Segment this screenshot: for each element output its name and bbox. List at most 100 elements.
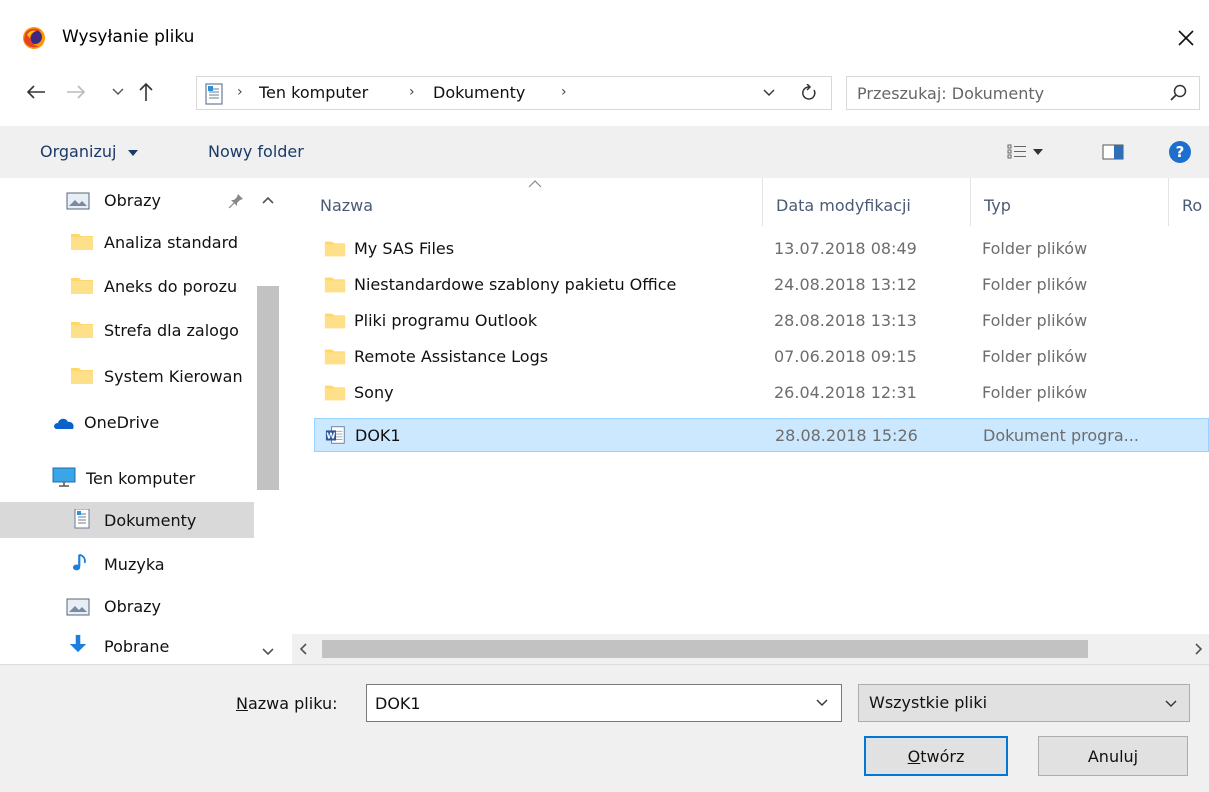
nav-item-dokumenty[interactable]: Dokumenty xyxy=(0,502,254,538)
file-type-select[interactable]: Wszystkie pliki xyxy=(858,684,1190,722)
organize-button[interactable]: Organizuj xyxy=(40,142,138,161)
change-view-button[interactable] xyxy=(1000,138,1050,166)
file-date: 28.08.2018 15:26 xyxy=(775,426,918,445)
nav-item-label: Analiza standard xyxy=(104,232,239,252)
nav-item-muzyka[interactable]: Muzyka xyxy=(0,546,254,582)
column-header-data-modyfikacji[interactable]: Data modyfikacji xyxy=(776,196,911,215)
nav-item-label: Ten komputer xyxy=(86,468,196,488)
nav-item-label: Strefa dla zalogo xyxy=(104,320,239,340)
nav-item-folder[interactable]: Analiza standard xyxy=(0,224,254,260)
nav-item-label: Dokumenty xyxy=(104,510,197,530)
file-date: 24.08.2018 13:12 xyxy=(774,275,917,294)
help-button[interactable]: ? xyxy=(1166,138,1194,166)
file-row[interactable]: Pliki programu Outlook 28.08.2018 13:13 … xyxy=(314,304,1209,338)
breadcrumb-separator[interactable]: › xyxy=(561,84,567,100)
nav-scroll-down-button[interactable] xyxy=(258,644,278,660)
column-divider[interactable] xyxy=(762,178,763,226)
documents-icon xyxy=(205,83,223,105)
nav-item-label: Pobrane xyxy=(104,636,170,656)
open-button[interactable]: Otwórz xyxy=(864,736,1008,776)
horizontal-scrollbar xyxy=(292,634,1209,664)
file-row-selected[interactable]: W DOK1 28.08.2018 15:26 Dokument progra.… xyxy=(314,418,1209,452)
filename-label: Nazwa pliku: xyxy=(236,694,338,713)
filename-input[interactable] xyxy=(367,685,807,721)
refresh-button[interactable] xyxy=(794,78,824,108)
refresh-icon xyxy=(802,84,816,100)
downloads-icon xyxy=(69,634,87,653)
search-icon[interactable] xyxy=(1169,83,1189,103)
preview-pane-icon xyxy=(1102,144,1124,160)
breadcrumb-ten-komputer[interactable]: Ten komputer xyxy=(259,83,368,102)
window-title: Wysyłanie pliku xyxy=(62,27,195,47)
chevron-down-icon xyxy=(763,89,775,96)
word-doc-icon: W xyxy=(325,426,345,444)
arrow-up-icon xyxy=(139,82,153,101)
up-button[interactable] xyxy=(132,78,160,106)
nav-item-label: Obrazy xyxy=(104,190,161,210)
column-header-typ[interactable]: Typ xyxy=(984,196,1011,215)
scroll-left-button[interactable] xyxy=(294,640,312,658)
forward-button[interactable] xyxy=(62,78,90,106)
filename-label-text: azwa pliku: xyxy=(247,694,338,713)
file-date: 28.08.2018 13:13 xyxy=(774,311,917,330)
documents-icon xyxy=(74,509,90,529)
nav-item-obrazy[interactable]: Obrazy xyxy=(0,588,254,624)
address-bar[interactable]: › Ten komputer › Dokumenty › xyxy=(196,76,832,110)
file-name: DOK1 xyxy=(355,426,401,445)
nav-item-obrazy-quick[interactable]: Obrazy xyxy=(0,182,254,218)
column-header-nazwa[interactable]: Nazwa xyxy=(320,196,373,215)
file-row[interactable]: Niestandardowe szablony pakietu Office 2… xyxy=(314,268,1209,302)
organize-label: Organizuj xyxy=(40,142,117,161)
file-name: Pliki programu Outlook xyxy=(354,311,538,330)
column-divider[interactable] xyxy=(970,178,971,226)
file-date: 26.04.2018 12:31 xyxy=(774,383,917,402)
nav-item-label: Obrazy xyxy=(104,596,161,616)
cancel-button[interactable]: Anuluj xyxy=(1038,736,1188,776)
nav-item-onedrive[interactable]: OneDrive xyxy=(0,404,254,440)
back-button[interactable] xyxy=(22,78,50,106)
file-name: Sony xyxy=(354,383,394,402)
arrow-right-icon xyxy=(67,85,86,99)
svg-text:W: W xyxy=(326,431,335,441)
nav-item-ten-komputer[interactable]: Ten komputer xyxy=(0,460,254,496)
open-label: twórz xyxy=(920,746,965,766)
folder-icon xyxy=(324,277,346,293)
column-header-rozmiar[interactable]: Ro xyxy=(1182,196,1202,215)
file-row[interactable]: My SAS Files 13.07.2018 08:49 Folder pli… xyxy=(314,232,1209,266)
scroll-right-button[interactable] xyxy=(1190,640,1208,658)
nav-scrollbar-thumb[interactable] xyxy=(257,286,279,490)
file-type-dropdown[interactable] xyxy=(1161,694,1181,714)
file-date: 13.07.2018 08:49 xyxy=(774,239,917,258)
breadcrumb-separator: › xyxy=(237,84,243,100)
nav-scroll-up-button[interactable] xyxy=(258,192,278,208)
pin-icon xyxy=(228,194,243,209)
recent-locations-button[interactable] xyxy=(104,78,132,106)
file-row[interactable]: Remote Assistance Logs 07.06.2018 09:15 … xyxy=(314,340,1209,374)
address-history-dropdown[interactable] xyxy=(756,78,782,108)
music-icon xyxy=(72,553,86,571)
file-row[interactable]: Sony 26.04.2018 12:31 Folder plików xyxy=(314,376,1209,410)
open-mnemonic: O xyxy=(907,746,921,766)
search-box[interactable] xyxy=(846,76,1200,110)
filename-combobox[interactable] xyxy=(366,684,842,722)
breadcrumb-dokumenty[interactable]: Dokumenty xyxy=(433,83,525,102)
preview-pane-button[interactable] xyxy=(1098,138,1128,166)
nav-item-pobrane[interactable]: Pobrane xyxy=(0,628,254,664)
chevron-down-icon xyxy=(262,648,274,656)
new-folder-button[interactable]: Nowy folder xyxy=(208,142,304,161)
nav-item-folder[interactable]: Aneks do porozu xyxy=(0,268,254,304)
horizontal-scrollbar-thumb[interactable] xyxy=(322,640,1088,658)
file-type: Folder plików xyxy=(982,383,1088,402)
close-icon xyxy=(1178,30,1194,46)
close-button[interactable] xyxy=(1164,18,1208,58)
search-input[interactable] xyxy=(847,77,1157,109)
file-date: 07.06.2018 09:15 xyxy=(774,347,917,366)
file-type: Folder plików xyxy=(982,311,1088,330)
nav-item-folder[interactable]: System Kierowan xyxy=(0,358,254,394)
folder-icon xyxy=(324,385,346,401)
column-divider[interactable] xyxy=(1168,178,1169,226)
filename-history-dropdown[interactable] xyxy=(811,693,833,713)
nav-item-folder[interactable]: Strefa dla zalogo xyxy=(0,312,254,348)
nav-item-label: Muzyka xyxy=(104,554,165,574)
chevron-down-icon xyxy=(1165,700,1177,707)
